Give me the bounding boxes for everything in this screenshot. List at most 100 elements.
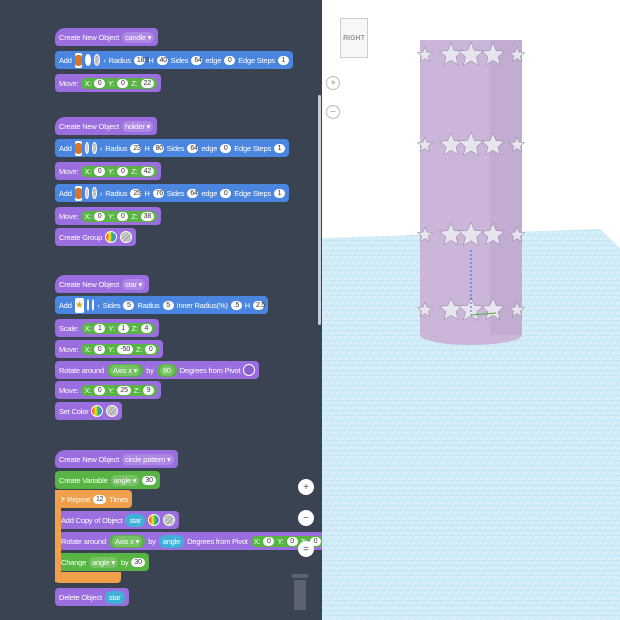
number-input[interactable]: 0: [287, 537, 298, 546]
number-input[interactable]: 30: [131, 558, 144, 567]
number-input[interactable]: -50: [117, 345, 133, 354]
number-input[interactable]: 0: [94, 167, 105, 176]
dropdown[interactable]: candle ▾: [122, 32, 154, 43]
star-shape-icon[interactable]: ★: [75, 298, 84, 313]
3d-viewport[interactable]: RIGHT + −: [322, 0, 620, 620]
dropdown[interactable]: 90: [160, 365, 174, 376]
code-block[interactable]: Add‹Radius23H80Sides64edge0Edge Steps1: [55, 139, 289, 157]
number-input[interactable]: 1: [278, 56, 289, 65]
trash-icon[interactable]: [292, 574, 308, 612]
view-cube[interactable]: RIGHT: [340, 18, 368, 58]
color-swatch[interactable]: [91, 405, 103, 417]
color-swatch[interactable]: [120, 231, 132, 243]
code-block[interactable]: Add★‹Sides5Radius5Inner Radius(%).5H2.5: [55, 296, 268, 314]
scrollbar[interactable]: [318, 95, 321, 325]
number-input[interactable]: 64: [187, 144, 198, 153]
number-input[interactable]: 76: [153, 189, 164, 198]
number-input[interactable]: 40: [157, 56, 168, 65]
color-swatch[interactable]: [92, 142, 97, 154]
variable-reporter[interactable]: angle: [159, 535, 184, 548]
number-input[interactable]: 1: [274, 189, 285, 198]
candle-holder-model[interactable]: [417, 40, 524, 345]
cylinder-shape-icon[interactable]: [75, 186, 82, 201]
code-block[interactable]: Move:X:0Y:0Z:38: [55, 207, 161, 225]
number-input[interactable]: 80: [153, 144, 164, 153]
code-block[interactable]: ⟳ Repeat12Times: [55, 490, 132, 508]
number-input[interactable]: 4: [141, 324, 152, 333]
color-swatch[interactable]: [92, 187, 97, 199]
dropdown[interactable]: angle ▾: [89, 557, 118, 568]
color-swatch[interactable]: [243, 364, 255, 376]
zoom-in-button[interactable]: +: [298, 479, 314, 495]
number-input[interactable]: 25: [130, 189, 141, 198]
number-input[interactable]: 1: [118, 324, 129, 333]
zoom-out-button[interactable]: −: [298, 510, 314, 526]
number-input[interactable]: 25: [117, 386, 130, 395]
number-input[interactable]: 0: [94, 386, 105, 395]
code-block[interactable]: Move:X:0Y:-50Z:0: [55, 340, 163, 358]
number-input[interactable]: 0: [94, 212, 105, 221]
dropdown[interactable]: holder ▾: [122, 121, 153, 132]
reset-zoom-button[interactable]: =: [298, 541, 314, 557]
dropdown[interactable]: Axis x ▾: [110, 365, 140, 376]
number-input[interactable]: 0: [220, 189, 231, 198]
code-block[interactable]: Create New Objectstar ▾: [55, 275, 149, 293]
code-block[interactable]: Rotate aroundAxis x ▾by90Degrees from Pi…: [55, 361, 259, 379]
number-input[interactable]: 5: [163, 301, 174, 310]
number-input[interactable]: 38: [141, 212, 154, 221]
color-swatch[interactable]: [163, 514, 175, 526]
number-input[interactable]: 0: [263, 537, 274, 546]
dropdown[interactable]: Axis z ▾: [112, 536, 142, 547]
code-block[interactable]: Move:X:0Y:0Z:22: [55, 74, 161, 92]
view-zoom-in-button[interactable]: +: [326, 76, 340, 90]
dropdown[interactable]: angle ▾: [111, 475, 140, 486]
code-block[interactable]: Add Copy of Objectstar: [57, 511, 179, 529]
number-input[interactable]: 12: [93, 495, 106, 504]
number-input[interactable]: 1: [94, 324, 105, 333]
code-block[interactable]: Create Group: [55, 228, 136, 246]
code-block[interactable]: Rotate aroundAxis z ▾byangleDegrees from…: [57, 532, 328, 550]
number-input[interactable]: 0: [94, 345, 105, 354]
number-input[interactable]: 42: [141, 167, 154, 176]
color-swatch[interactable]: [105, 231, 117, 243]
3d-scene[interactable]: [322, 0, 620, 620]
number-input[interactable]: .5: [231, 301, 242, 310]
code-block[interactable]: Delete Objectstar: [55, 588, 129, 606]
number-input[interactable]: 0: [145, 345, 156, 354]
number-input[interactable]: 0: [117, 79, 128, 88]
color-swatch[interactable]: [148, 514, 160, 526]
number-input[interactable]: 0: [117, 167, 128, 176]
number-input[interactable]: 22: [141, 79, 154, 88]
variable-reporter[interactable]: star: [125, 514, 145, 527]
code-block[interactable]: Create New Objectcandle ▾: [55, 28, 158, 46]
code-block[interactable]: Move:X:0Y:0Z:42: [55, 162, 161, 180]
code-block[interactable]: Scale:X:1Y:1Z:4: [55, 319, 159, 337]
code-block[interactable]: Move:X:0Y:25Z:9: [55, 381, 161, 399]
dropdown[interactable]: circle pattern ▾: [122, 454, 174, 465]
code-block[interactable]: Create New Objectholder ▾: [55, 117, 157, 135]
code-block[interactable]: Create New Objectcircle pattern ▾: [55, 450, 178, 468]
number-input[interactable]: 0: [94, 79, 105, 88]
number-input[interactable]: 30: [142, 476, 155, 485]
code-block[interactable]: Set Color: [55, 402, 122, 420]
number-input[interactable]: 0: [224, 56, 235, 65]
number-input[interactable]: 9: [143, 386, 154, 395]
number-input[interactable]: 18.5: [134, 56, 146, 65]
cylinder-shape-icon[interactable]: [75, 53, 82, 68]
color-swatch[interactable]: [85, 54, 91, 66]
color-swatch[interactable]: [85, 187, 90, 199]
code-block[interactable]: Changeangle ▾by30: [57, 553, 149, 571]
color-swatch[interactable]: [87, 299, 89, 311]
cylinder-shape-icon[interactable]: [75, 141, 82, 156]
number-input[interactable]: 64: [187, 189, 198, 198]
color-swatch[interactable]: [106, 405, 118, 417]
variable-reporter[interactable]: star: [105, 591, 125, 604]
color-swatch[interactable]: [92, 299, 94, 311]
dropdown[interactable]: star ▾: [122, 279, 145, 290]
number-input[interactable]: 64: [191, 56, 202, 65]
code-block[interactable]: Add‹Radius18.5H40Sides64edge0Edge Steps1: [55, 51, 293, 69]
code-block[interactable]: Add‹Radius25H76Sides64edge0Edge Steps1: [55, 184, 289, 202]
number-input[interactable]: 0: [117, 212, 128, 221]
number-input[interactable]: 0: [220, 144, 231, 153]
number-input[interactable]: 23: [130, 144, 141, 153]
